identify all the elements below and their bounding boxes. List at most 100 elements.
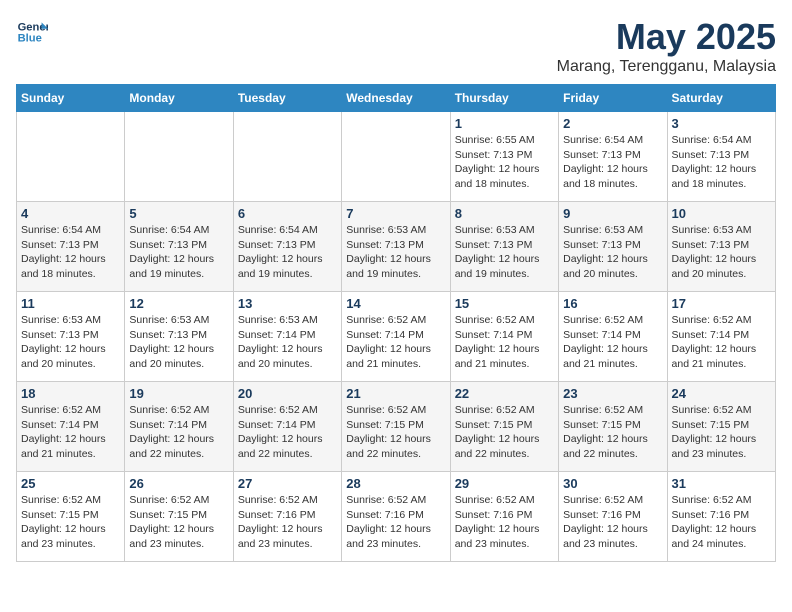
calendar-cell: 19Sunrise: 6:52 AM Sunset: 7:14 PM Dayli… xyxy=(125,382,233,472)
day-number: 11 xyxy=(21,296,120,311)
calendar-week-row: 1 Sunrise: 6:55 AM Sunset: 7:13 PM Daylig… xyxy=(17,112,776,202)
day-header-monday: Monday xyxy=(125,85,233,112)
cell-info: Sunrise: 6:55 AM Sunset: 7:13 PM Dayligh… xyxy=(455,133,554,192)
day-number: 10 xyxy=(672,206,771,221)
calendar-cell: 11 Sunrise: 6:53 AM Sunset: 7:13 PM Dayli… xyxy=(17,292,125,382)
day-header-tuesday: Tuesday xyxy=(233,85,341,112)
month-title: May 2025 xyxy=(557,16,776,58)
calendar-cell: 8 Sunrise: 6:53 AM Sunset: 7:13 PM Daylig… xyxy=(450,202,558,292)
day-number: 13 xyxy=(238,296,337,311)
day-number: 14 xyxy=(346,296,445,311)
day-number: 28 xyxy=(346,476,445,491)
calendar-cell xyxy=(233,112,341,202)
svg-text:Blue: Blue xyxy=(18,33,42,45)
cell-info: Sunrise: 6:53 AM Sunset: 7:13 PM Dayligh… xyxy=(563,223,662,282)
calendar-cell: 3Sunrise: 6:54 AM Sunset: 7:13 PM Daylig… xyxy=(667,112,775,202)
calendar-cell: 14 Sunrise: 6:52 AM Sunset: 7:14 PM Dayli… xyxy=(342,292,450,382)
day-number: 29 xyxy=(455,476,554,491)
calendar-table: SundayMondayTuesdayWednesdayThursdayFrid… xyxy=(16,84,776,562)
day-number: 17 xyxy=(672,296,771,311)
calendar-week-row: 25 Sunrise: 6:52 AM Sunset: 7:15 PM Dayli… xyxy=(17,472,776,562)
day-header-friday: Friday xyxy=(559,85,667,112)
calendar-cell: 10 Sunrise: 6:53 AM Sunset: 7:13 PM Dayli… xyxy=(667,202,775,292)
calendar-cell: 22Sunrise: 6:52 AM Sunset: 7:15 PM Dayli… xyxy=(450,382,558,472)
calendar-week-row: 4 Sunrise: 6:54 AM Sunset: 7:13 PM Daylig… xyxy=(17,202,776,292)
cell-info: Sunrise: 6:53 AM Sunset: 7:13 PM Dayligh… xyxy=(346,223,445,282)
calendar-cell xyxy=(125,112,233,202)
cell-info: Sunrise: 6:52 AM Sunset: 7:16 PM Dayligh… xyxy=(455,493,554,552)
day-number: 16 xyxy=(563,296,662,311)
cell-info: Sunrise: 6:52 AM Sunset: 7:16 PM Dayligh… xyxy=(563,493,662,552)
calendar-cell: 31 Sunrise: 6:52 AM Sunset: 7:16 PM Dayli… xyxy=(667,472,775,562)
day-header-saturday: Saturday xyxy=(667,85,775,112)
cell-info: Sunrise: 6:53 AM Sunset: 7:13 PM Dayligh… xyxy=(455,223,554,282)
calendar-cell: 5Sunrise: 6:54 AM Sunset: 7:13 PM Daylig… xyxy=(125,202,233,292)
day-number: 9 xyxy=(563,206,662,221)
day-number: 21 xyxy=(346,386,445,401)
page-header: General Blue May 2025 Marang, Terengganu… xyxy=(16,16,776,76)
day-number: 7 xyxy=(346,206,445,221)
cell-info: Sunrise: 6:52 AM Sunset: 7:16 PM Dayligh… xyxy=(672,493,771,552)
calendar-cell: 2 Sunrise: 6:54 AM Sunset: 7:13 PM Daylig… xyxy=(559,112,667,202)
calendar-cell: 25 Sunrise: 6:52 AM Sunset: 7:15 PM Dayli… xyxy=(17,472,125,562)
logo: General Blue xyxy=(16,16,48,48)
cell-info: Sunrise: 6:52 AM Sunset: 7:14 PM Dayligh… xyxy=(346,313,445,372)
day-number: 20 xyxy=(238,386,337,401)
calendar-cell: 9 Sunrise: 6:53 AM Sunset: 7:13 PM Daylig… xyxy=(559,202,667,292)
cell-info: Sunrise: 6:52 AM Sunset: 7:15 PM Dayligh… xyxy=(563,403,662,462)
cell-info: Sunrise: 6:53 AM Sunset: 7:14 PM Dayligh… xyxy=(238,313,337,372)
day-number: 25 xyxy=(21,476,120,491)
calendar-cell: 27Sunrise: 6:52 AM Sunset: 7:16 PM Dayli… xyxy=(233,472,341,562)
day-number: 26 xyxy=(129,476,228,491)
calendar-header-row: SundayMondayTuesdayWednesdayThursdayFrid… xyxy=(17,85,776,112)
cell-info: Sunrise: 6:52 AM Sunset: 7:15 PM Dayligh… xyxy=(346,403,445,462)
cell-info: Sunrise: 6:54 AM Sunset: 7:13 PM Dayligh… xyxy=(238,223,337,282)
day-number: 22 xyxy=(455,386,554,401)
cell-info: Sunrise: 6:52 AM Sunset: 7:15 PM Dayligh… xyxy=(672,403,771,462)
day-number: 2 xyxy=(563,116,662,131)
day-number: 23 xyxy=(563,386,662,401)
cell-info: Sunrise: 6:52 AM Sunset: 7:14 PM Dayligh… xyxy=(21,403,120,462)
day-number: 15 xyxy=(455,296,554,311)
calendar-cell xyxy=(342,112,450,202)
day-number: 1 xyxy=(455,116,554,131)
calendar-cell: 26 Sunrise: 6:52 AM Sunset: 7:15 PM Dayli… xyxy=(125,472,233,562)
cell-info: Sunrise: 6:52 AM Sunset: 7:14 PM Dayligh… xyxy=(672,313,771,372)
calendar-cell: 23 Sunrise: 6:52 AM Sunset: 7:15 PM Dayli… xyxy=(559,382,667,472)
cell-info: Sunrise: 6:52 AM Sunset: 7:14 PM Dayligh… xyxy=(455,313,554,372)
day-number: 3 xyxy=(672,116,771,131)
calendar-week-row: 18Sunrise: 6:52 AM Sunset: 7:14 PM Dayli… xyxy=(17,382,776,472)
cell-info: Sunrise: 6:52 AM Sunset: 7:15 PM Dayligh… xyxy=(129,493,228,552)
day-number: 5 xyxy=(129,206,228,221)
cell-info: Sunrise: 6:52 AM Sunset: 7:16 PM Dayligh… xyxy=(346,493,445,552)
location: Marang, Terengganu, Malaysia xyxy=(557,58,776,76)
calendar-cell: 30 Sunrise: 6:52 AM Sunset: 7:16 PM Dayli… xyxy=(559,472,667,562)
day-number: 8 xyxy=(455,206,554,221)
cell-info: Sunrise: 6:53 AM Sunset: 7:13 PM Dayligh… xyxy=(672,223,771,282)
cell-info: Sunrise: 6:54 AM Sunset: 7:13 PM Dayligh… xyxy=(21,223,120,282)
cell-info: Sunrise: 6:54 AM Sunset: 7:13 PM Dayligh… xyxy=(563,133,662,192)
day-number: 19 xyxy=(129,386,228,401)
calendar-cell: 29 Sunrise: 6:52 AM Sunset: 7:16 PM Dayli… xyxy=(450,472,558,562)
calendar-cell: 13 Sunrise: 6:53 AM Sunset: 7:14 PM Dayli… xyxy=(233,292,341,382)
calendar-cell: 12Sunrise: 6:53 AM Sunset: 7:13 PM Dayli… xyxy=(125,292,233,382)
day-number: 6 xyxy=(238,206,337,221)
calendar-cell: 1 Sunrise: 6:55 AM Sunset: 7:13 PM Daylig… xyxy=(450,112,558,202)
day-number: 4 xyxy=(21,206,120,221)
day-number: 30 xyxy=(563,476,662,491)
calendar-cell: 17 Sunrise: 6:52 AM Sunset: 7:14 PM Dayli… xyxy=(667,292,775,382)
cell-info: Sunrise: 6:53 AM Sunset: 7:13 PM Dayligh… xyxy=(129,313,228,372)
day-header-thursday: Thursday xyxy=(450,85,558,112)
calendar-cell: 16Sunrise: 6:52 AM Sunset: 7:14 PM Dayli… xyxy=(559,292,667,382)
calendar-cell: 24 Sunrise: 6:52 AM Sunset: 7:15 PM Dayli… xyxy=(667,382,775,472)
calendar-cell: 18Sunrise: 6:52 AM Sunset: 7:14 PM Dayli… xyxy=(17,382,125,472)
day-number: 24 xyxy=(672,386,771,401)
cell-info: Sunrise: 6:52 AM Sunset: 7:15 PM Dayligh… xyxy=(21,493,120,552)
logo-icon: General Blue xyxy=(16,16,48,48)
day-header-sunday: Sunday xyxy=(17,85,125,112)
cell-info: Sunrise: 6:53 AM Sunset: 7:13 PM Dayligh… xyxy=(21,313,120,372)
day-number: 31 xyxy=(672,476,771,491)
day-number: 27 xyxy=(238,476,337,491)
cell-info: Sunrise: 6:52 AM Sunset: 7:14 PM Dayligh… xyxy=(238,403,337,462)
calendar-week-row: 11 Sunrise: 6:53 AM Sunset: 7:13 PM Dayli… xyxy=(17,292,776,382)
